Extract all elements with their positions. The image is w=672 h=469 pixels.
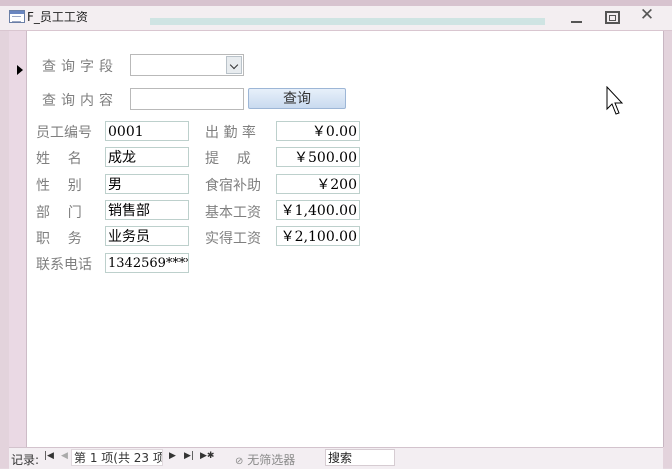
title-decoration xyxy=(150,18,545,25)
first-record-icon[interactable]: |◀ xyxy=(44,451,54,461)
field-label-phone: 联系电话 xyxy=(36,257,92,273)
previous-record-icon[interactable]: ◀ xyxy=(61,451,68,461)
search-field-combo[interactable] xyxy=(130,54,244,76)
record-selector[interactable] xyxy=(9,31,27,447)
filter-label: 无筛选器 xyxy=(247,453,296,467)
current-record-arrow-icon xyxy=(17,65,23,75)
gender-field[interactable]: 男 xyxy=(105,174,189,194)
field-label-department: 部 门 xyxy=(36,205,82,221)
record-search-input[interactable]: 搜索 xyxy=(325,449,395,466)
field-label-gender: 性 别 xyxy=(36,178,82,194)
window-title: F_员工工资 xyxy=(27,10,88,24)
last-record-icon[interactable]: ▶| xyxy=(184,451,194,461)
field-label-attendance: 出 勤 率 xyxy=(205,125,256,141)
meal-allowance-field[interactable]: ￥200 xyxy=(276,174,360,194)
title-bar-strip xyxy=(0,0,672,6)
restore-icon[interactable] xyxy=(605,11,620,24)
query-button[interactable]: 查询 xyxy=(248,88,346,109)
department-field[interactable]: 销售部 xyxy=(105,200,189,220)
name-field[interactable]: 成龙 xyxy=(105,147,189,167)
search-field-label: 查询字段 xyxy=(42,59,118,75)
access-form-window: F_员工工资 ✕ 查询字段 查询内容 查询 员工编号 0001 姓 名 成龙 性… xyxy=(0,0,672,469)
search-content-input[interactable] xyxy=(130,88,244,110)
close-icon[interactable]: ✕ xyxy=(639,7,655,24)
filter-status[interactable]: ⊘ 无筛选器 xyxy=(235,451,295,468)
field-label-employee-id: 员工编号 xyxy=(36,125,92,141)
field-label-meal-allowance: 食宿补助 xyxy=(205,178,261,194)
field-label-position: 职 务 xyxy=(36,231,82,247)
search-content-label: 查询内容 xyxy=(42,93,118,109)
new-record-icon[interactable]: ▶✱ xyxy=(200,451,214,461)
field-label-name: 姓 名 xyxy=(36,151,82,167)
field-label-base-salary: 基本工资 xyxy=(205,205,261,221)
title-bar: F_员工工资 ✕ xyxy=(0,0,672,31)
current-record-field[interactable]: 第 1 项(共 23 项 xyxy=(71,449,163,466)
position-field[interactable]: 业务员 xyxy=(105,226,189,246)
commission-field[interactable]: ￥500.00 xyxy=(276,147,360,167)
chevron-down-icon[interactable] xyxy=(226,56,242,74)
form-icon xyxy=(9,10,25,23)
records-label: 记录: xyxy=(11,453,40,467)
next-record-icon[interactable]: ▶ xyxy=(169,451,176,461)
mouse-cursor-icon xyxy=(606,86,624,115)
phone-field[interactable]: 1342569**** xyxy=(105,253,189,273)
field-label-net-salary: 实得工资 xyxy=(205,231,261,247)
base-salary-field[interactable]: ￥1,400.00 xyxy=(276,200,360,220)
minimize-icon[interactable] xyxy=(568,9,584,25)
filter-icon: ⊘ xyxy=(235,456,244,467)
attendance-field[interactable]: ￥0.00 xyxy=(276,121,360,141)
net-salary-field[interactable]: ￥2,100.00 xyxy=(276,226,360,246)
employee-id-field[interactable]: 0001 xyxy=(105,121,189,141)
record-navigation-bar: 记录: |◀ ◀ 第 1 项(共 23 项 ▶ ▶| ▶✱ ⊘ 无筛选器 搜索 xyxy=(9,447,663,469)
field-label-commission: 提 成 xyxy=(205,151,251,167)
